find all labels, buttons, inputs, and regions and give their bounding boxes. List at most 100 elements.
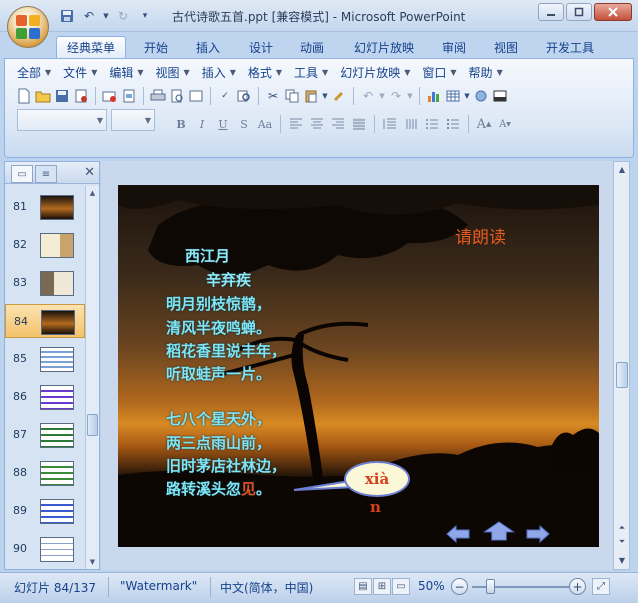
fit-to-window-icon[interactable]: ⤢ bbox=[592, 578, 610, 595]
dropdown-small-icon[interactable]: ▼ bbox=[102, 7, 110, 25]
slideshow-view-icon[interactable]: ▭ bbox=[392, 578, 410, 595]
copy-icon[interactable] bbox=[283, 87, 301, 105]
scroll-down-icon[interactable]: ▼ bbox=[87, 556, 98, 568]
slide-sorter-view-icon[interactable]: ⊞ bbox=[373, 578, 391, 595]
bold-button[interactable]: B bbox=[171, 115, 191, 133]
slide-thumb-85[interactable]: 85 bbox=[5, 342, 85, 376]
table-icon[interactable] bbox=[444, 87, 462, 105]
clipart-icon[interactable] bbox=[472, 87, 490, 105]
font-name-combo[interactable]: ▼ bbox=[17, 109, 107, 131]
slide-thumb-83[interactable]: 83 bbox=[5, 266, 85, 300]
font-size-combo[interactable]: ▼ bbox=[111, 109, 155, 131]
align-center-icon[interactable] bbox=[307, 115, 327, 133]
spelling-icon[interactable]: ✓ bbox=[216, 87, 234, 105]
normal-view-icon[interactable]: ▤ bbox=[354, 578, 372, 595]
close-pane-icon[interactable]: ✕ bbox=[84, 165, 95, 180]
chevron-down-icon[interactable]: ▼ bbox=[406, 87, 414, 105]
print-icon[interactable] bbox=[149, 87, 167, 105]
grow-font-icon[interactable]: A ▲ bbox=[474, 115, 494, 133]
change-case-button[interactable]: Aa bbox=[255, 115, 275, 133]
undo-icon[interactable]: ↶ bbox=[359, 87, 377, 105]
menu-edit[interactable]: 编辑 ▼ bbox=[103, 63, 149, 81]
customize-qat-icon[interactable]: ▾ bbox=[136, 7, 154, 25]
restore-button[interactable] bbox=[566, 3, 592, 21]
scrollbar-thumb[interactable] bbox=[87, 414, 98, 436]
tab-view[interactable]: 视图 bbox=[486, 36, 526, 58]
minimize-button[interactable] bbox=[538, 3, 564, 21]
chevron-down-icon[interactable]: ▼ bbox=[378, 87, 386, 105]
slide-thumb-82[interactable]: 82 bbox=[5, 228, 85, 262]
menu-insert[interactable]: 插入 ▼ bbox=[196, 63, 242, 81]
close-button[interactable] bbox=[594, 3, 632, 21]
chevron-down-icon[interactable]: ▼ bbox=[463, 87, 471, 105]
slide-thumb-88[interactable]: 88 bbox=[5, 456, 85, 490]
print-preview-icon[interactable] bbox=[168, 87, 186, 105]
line-spacing-icon[interactable] bbox=[380, 115, 400, 133]
grayscale-icon[interactable] bbox=[491, 87, 509, 105]
pdf-icon[interactable] bbox=[120, 87, 138, 105]
italic-button[interactable]: I bbox=[192, 115, 212, 133]
tab-animation[interactable]: 动画 bbox=[292, 36, 332, 58]
menu-all[interactable]: 全部 ▼ bbox=[11, 63, 57, 81]
permission-icon[interactable] bbox=[72, 87, 90, 105]
tab-classic-menu[interactable]: 经典菜单 bbox=[56, 36, 126, 58]
tab-design[interactable]: 设计 bbox=[241, 36, 281, 58]
menu-file[interactable]: 文件 ▼ bbox=[57, 63, 103, 81]
chevron-down-icon[interactable]: ▼ bbox=[321, 87, 329, 105]
slide-view-icon[interactable] bbox=[187, 87, 205, 105]
tab-review[interactable]: 审阅 bbox=[434, 36, 474, 58]
slide-thumb-86[interactable]: 86 bbox=[5, 380, 85, 414]
slide-thumb-84[interactable]: 84 bbox=[5, 304, 85, 338]
email-icon[interactable] bbox=[101, 87, 119, 105]
open-folder-icon[interactable] bbox=[34, 87, 52, 105]
shrink-font-icon[interactable]: A ▼ bbox=[495, 115, 515, 133]
research-icon[interactable] bbox=[235, 87, 253, 105]
shadow-button[interactable]: S bbox=[234, 115, 254, 133]
new-document-icon[interactable] bbox=[15, 87, 33, 105]
previous-slide-arrow-icon[interactable] bbox=[446, 524, 470, 544]
scroll-up-icon[interactable]: ▲ bbox=[616, 163, 628, 175]
text-direction-icon[interactable] bbox=[401, 115, 421, 133]
previous-slide-icon[interactable]: ⏶ bbox=[616, 522, 628, 534]
zoom-in-button[interactable]: + bbox=[569, 578, 586, 595]
slide-thumb-89[interactable]: 89 bbox=[5, 494, 85, 528]
format-painter-icon[interactable] bbox=[330, 87, 348, 105]
menu-view[interactable]: 视图 ▼ bbox=[150, 63, 196, 81]
chart-icon[interactable] bbox=[425, 87, 443, 105]
paste-icon[interactable] bbox=[302, 87, 320, 105]
slide-thumb-87[interactable]: 87 bbox=[5, 418, 85, 452]
menu-help[interactable]: 帮助 ▼ bbox=[463, 63, 509, 81]
save-icon[interactable] bbox=[53, 87, 71, 105]
tab-insert[interactable]: 插入 bbox=[188, 36, 228, 58]
menu-format[interactable]: 格式 ▼ bbox=[242, 63, 288, 81]
align-left-icon[interactable] bbox=[286, 115, 306, 133]
numbering-icon[interactable] bbox=[422, 115, 442, 133]
slide-thumb-90[interactable]: 90 bbox=[5, 532, 85, 566]
slide-vertical-scrollbar[interactable]: ▲ ⏶ ⏷ ▼ bbox=[613, 161, 630, 570]
scroll-up-icon[interactable]: ▲ bbox=[87, 187, 98, 199]
slides-tab-icon[interactable]: ▭ bbox=[11, 165, 33, 183]
zoom-level[interactable]: 50% bbox=[418, 579, 445, 593]
zoom-slider-knob[interactable] bbox=[486, 579, 495, 594]
outline-tab-icon[interactable]: ≡ bbox=[35, 165, 57, 183]
underline-button[interactable]: U bbox=[213, 115, 233, 133]
language-indicator[interactable]: 中文(简体，中国) bbox=[220, 579, 313, 596]
menu-tools[interactable]: 工具 ▼ bbox=[288, 63, 334, 81]
justify-icon[interactable] bbox=[349, 115, 369, 133]
tab-home[interactable]: 开始 bbox=[136, 36, 176, 58]
zoom-out-button[interactable]: − bbox=[451, 578, 468, 595]
scrollbar-thumb[interactable] bbox=[616, 362, 628, 388]
menu-slideshow[interactable]: 幻灯片放映 ▼ bbox=[334, 63, 416, 81]
next-slide-icon[interactable]: ⏷ bbox=[616, 536, 628, 548]
bullets-icon[interactable] bbox=[443, 115, 463, 133]
save-icon[interactable] bbox=[58, 7, 76, 25]
office-button[interactable] bbox=[7, 6, 49, 48]
tab-slideshow[interactable]: 幻灯片放映 bbox=[346, 36, 422, 58]
thumbnails-scrollbar[interactable]: ▲ ▼ bbox=[85, 186, 99, 569]
undo-icon[interactable]: ↶ bbox=[80, 7, 98, 25]
next-slide-arrow-icon[interactable] bbox=[526, 524, 550, 544]
align-right-icon[interactable] bbox=[328, 115, 348, 133]
redo-icon[interactable]: ↻ bbox=[114, 7, 132, 25]
scroll-down-icon[interactable]: ▼ bbox=[616, 554, 628, 566]
slide-thumb-81[interactable]: 81 bbox=[5, 190, 85, 224]
